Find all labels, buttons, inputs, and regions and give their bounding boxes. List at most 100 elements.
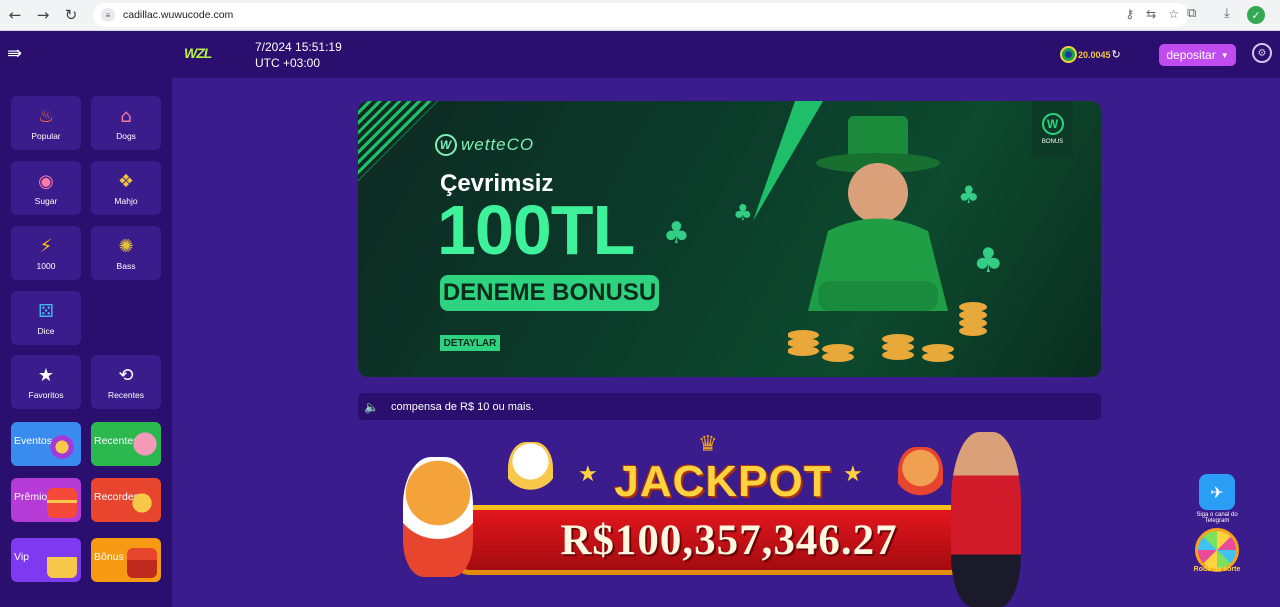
mahjong-icon: ❖ [117,170,135,192]
coins-icon [127,488,157,518]
extensions-icon[interactable]: ⧉ [1187,6,1196,21]
promo-recordes[interactable]: Recordes [91,478,161,522]
history-icon: ⟲ [118,364,134,386]
announcement-text: compensa de R$ 10 ou mais. [390,400,535,413]
gift-box-icon [127,548,157,578]
promo-eventos[interactable]: Eventos [11,422,81,466]
forward-icon[interactable]: → [33,5,53,25]
announcement-bar: 🔈 compensa de R$ 10 ou mais. [358,393,1101,420]
banner-details-button[interactable]: DETAYLAR [440,335,500,351]
banner-stripe-decoration [358,101,438,181]
fortune-ox-mascot [951,432,1021,607]
category-recentes[interactable]: ⟲ Recentes [91,355,161,409]
leprechaun-character [788,116,987,362]
jackpot-plate: R$100,357,346.27 [455,505,1003,575]
translate-icon[interactable]: ⇆ [1146,7,1156,21]
refresh-balance-icon[interactable]: ↻ [1112,48,1121,61]
star-icon: ★ [843,462,863,487]
promo-label: Vip [14,551,29,563]
tiger-mascot [403,457,473,577]
category-label: Recentes [108,389,144,400]
lucky-wheel-label: Roda da sorte [1193,566,1241,573]
clock: 7/2024 15:51:19 UTC +03:00 [255,39,342,71]
bookmark-star-icon[interactable]: ☆ [1168,7,1179,21]
banner-bonus-label: DENEME BONUSU [440,275,659,311]
category-label: Sugar [34,195,58,206]
category-label: Popular [31,130,61,141]
lightning-icon: ⚡ [39,235,53,257]
fire-icon: ♨ [37,105,55,127]
star-icon: ★ [578,462,598,487]
deposit-label: depositar [1166,48,1216,62]
star-icon: ★ [37,364,55,386]
balance-amount: 20.0045 [1078,49,1111,60]
category-bass[interactable]: ✺ Bass [91,226,161,280]
lucky-wheel-widget[interactable]: Roda da sorte [1190,528,1244,573]
category-popular[interactable]: ♨ Popular [11,96,81,150]
back-icon[interactable]: ← [5,5,25,25]
site-info-icon[interactable]: ≡ [101,8,115,22]
site-logo[interactable]: WZL [184,45,212,61]
crown-icon [47,548,77,578]
brazil-flag-icon [1060,46,1077,63]
promo-premios[interactable]: Prêmios [11,478,81,522]
sidebar: ♨ Popular ⌂ Dogs ◉ Sugar ❖ Mahjo ⚡ 1000 … [0,78,172,607]
piggy-bank-icon [127,432,157,462]
address-bar[interactable]: ≡ cadillac.wuwucode.com ⚷ ⇆ ☆ [93,3,1189,27]
promo-label: Bônus [94,551,124,563]
fish-icon: ✺ [118,235,134,257]
category-label: Dogs [116,130,136,141]
promo-recentes[interactable]: Recentes [91,422,161,466]
password-key-icon[interactable]: ⚷ [1125,7,1134,21]
bonus-badge: W BONUS [1032,101,1073,157]
telegram-widget[interactable]: ✈ Siga o canal do Telegram [1196,474,1238,524]
dice-icon: ⚄ [38,300,54,322]
banner-amount: 100TL [437,191,635,269]
candy-icon: ◉ [38,170,54,192]
mouse-mascot [898,447,943,507]
banner-brand-text: wetteCO [461,135,535,154]
telegram-widget-label: Siga o canal do Telegram [1196,512,1238,524]
clock-timezone: UTC +03:00 [255,56,321,70]
category-favoritos[interactable]: ★ Favoritos [11,355,81,409]
telegram-icon[interactable]: ✈ [1199,474,1235,510]
banner-brand: W wetteCO [435,134,534,156]
settings-icon[interactable]: ⚙ [1252,43,1272,63]
gift-icon [47,488,77,518]
category-dogs[interactable]: ⌂ Dogs [91,96,161,150]
jackpot-amount: R$100,357,346.27 [560,516,898,564]
category-label: Dice [37,325,55,336]
category-mahjo[interactable]: ❖ Mahjo [91,161,161,215]
promo-banner[interactable]: W wetteCO Çevrimsiz 100TL DENEME BONUSU … [358,101,1101,377]
deposit-button[interactable]: depositar ▼ [1159,44,1236,66]
reload-icon[interactable]: ↻ [61,5,81,25]
download-icon[interactable]: ⤓ [1224,6,1230,21]
balance-display: 20.0045 ↻ [1060,46,1126,63]
promo-bonus[interactable]: Bônus [91,538,161,582]
clover-icon: ♣ [663,216,690,251]
category-dice[interactable]: ⚄ Dice [11,291,81,345]
category-sugar[interactable]: ◉ Sugar [11,161,81,215]
wetteco-logo-icon: W [435,134,457,156]
clover-icon: ♣ [733,201,753,226]
menu-toggle-icon[interactable]: ⇛ [7,45,22,63]
bonus-badge-label: BONUS [1041,139,1064,145]
category-label: Mahjo [114,195,138,206]
jackpot-panel: ★ ★ ♛ JACKPOT R$100,357,346.27 [393,432,1053,607]
crown-icon: ♛ [698,432,718,457]
wheel-art-icon [47,432,77,462]
wetteco-logo-icon: W [1041,113,1064,135]
rabbit-mascot [508,442,553,507]
category-1000[interactable]: ⚡ 1000 [11,226,81,280]
clock-date: 7/2024 15:51:19 [255,40,342,54]
jackpot-title: JACKPOT [614,457,832,506]
category-label: 1000 [36,260,56,271]
profile-avatar-icon[interactable]: ✓ [1247,6,1265,24]
doghouse-icon: ⌂ [120,105,132,127]
promo-vip[interactable]: Vip [11,538,81,582]
browser-toolbar: ← → ↻ ≡ cadillac.wuwucode.com ⚷ ⇆ ☆ ⧉ ⤓ … [0,0,1280,31]
caret-down-icon: ▼ [1220,50,1229,60]
url-text: cadillac.wuwucode.com [123,9,234,21]
category-label: Favoritos [28,389,64,400]
category-label: Bass [116,260,136,271]
